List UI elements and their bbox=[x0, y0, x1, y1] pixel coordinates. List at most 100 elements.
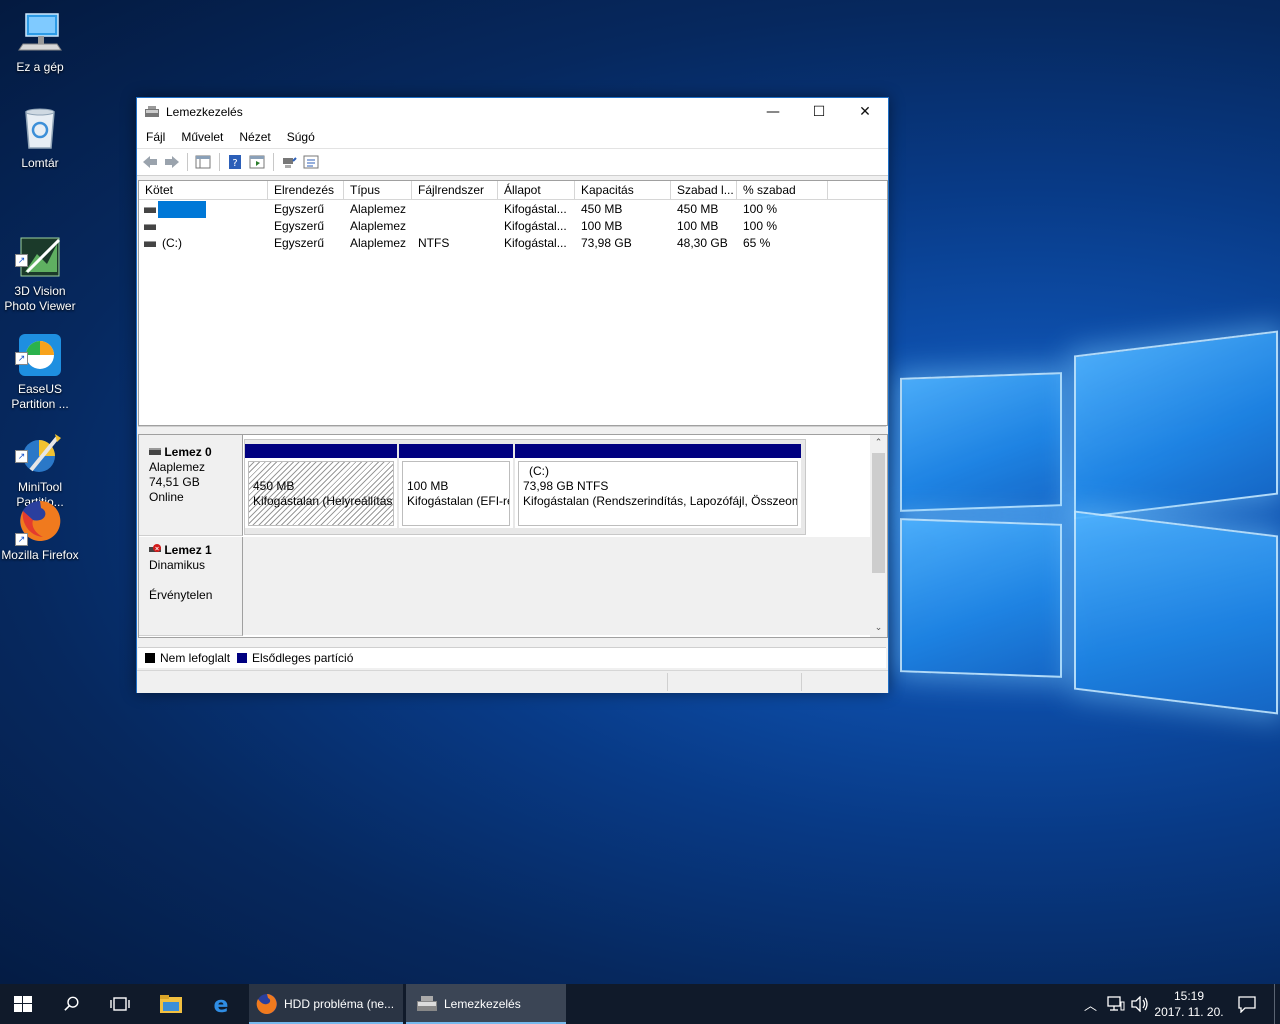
shortcut-arrow-icon: ↗ bbox=[15, 254, 28, 267]
disk-icon bbox=[149, 448, 161, 455]
desktop-icon-firefox[interactable]: ↗ Mozilla Firefox bbox=[0, 498, 80, 563]
close-button[interactable]: ✕ bbox=[842, 98, 888, 126]
desktop-icon-recycle-bin[interactable]: Lomtár bbox=[0, 106, 80, 171]
desktop-icon-label: Ez a gép bbox=[16, 60, 64, 74]
partition-body: 100 MB Kifogástalan (EFI-rendszerpartíci… bbox=[402, 461, 510, 526]
back-icon[interactable] bbox=[142, 154, 158, 170]
logo-pane bbox=[900, 372, 1062, 512]
column-header-capacity[interactable]: Kapacitás bbox=[575, 181, 671, 199]
status-cell: Kifogástal... bbox=[504, 219, 567, 233]
disk-1-name: Lemez 1 bbox=[164, 543, 212, 557]
taskbar-item-disk-management[interactable]: Lemezkezelés bbox=[406, 984, 566, 1024]
svg-text:?: ? bbox=[232, 158, 237, 169]
type-cell: Alaplemez bbox=[350, 202, 407, 216]
forward-icon[interactable] bbox=[164, 154, 180, 170]
settings-icon[interactable] bbox=[249, 154, 265, 170]
menu-action[interactable]: Művelet bbox=[172, 126, 230, 145]
volume-icon bbox=[144, 207, 156, 213]
disk-1-state: Érvénytelen bbox=[149, 588, 213, 602]
partition-body: (C:) 73,98 GB NTFS Kifogástalan (Rendsze… bbox=[518, 461, 798, 526]
file-explorer-icon[interactable] bbox=[160, 994, 182, 1014]
svg-text:×: × bbox=[154, 546, 159, 553]
volume-list[interactable]: Kötet Elrendezés Típus Fájlrendszer Álla… bbox=[138, 180, 888, 426]
status-separator bbox=[667, 673, 668, 691]
minimize-button[interactable]: — bbox=[750, 98, 796, 126]
volume-row[interactable]: Egyszerű Alaplemez Kifogástal... 450 MB … bbox=[139, 201, 887, 218]
disk-0-kind: Alaplemez bbox=[149, 460, 206, 474]
firefox-icon bbox=[256, 994, 277, 1014]
network-icon[interactable] bbox=[1107, 996, 1125, 1012]
partition-efi[interactable]: 100 MB Kifogástalan (EFI-rendszerpartíci… bbox=[399, 444, 513, 528]
layout-cell: Egyszerű bbox=[274, 202, 325, 216]
show-hidden-icons-icon[interactable]: ︿ bbox=[1084, 995, 1097, 1014]
percent-free-cell: 100 % bbox=[743, 202, 778, 216]
volume-icon bbox=[144, 241, 156, 247]
column-header-volume[interactable]: Kötet bbox=[139, 181, 268, 199]
scroll-down-icon[interactable]: ⌄ bbox=[870, 620, 887, 637]
checklist-icon[interactable] bbox=[303, 154, 319, 170]
column-header-filesystem[interactable]: Fájlrendszer bbox=[412, 181, 498, 199]
windows-logo-wallpaper bbox=[890, 325, 1280, 715]
pane-splitter[interactable] bbox=[138, 426, 886, 433]
clock[interactable]: 15:19 2017. 11. 20. bbox=[1154, 988, 1224, 1020]
svg-text:e: e bbox=[214, 993, 229, 1015]
help-icon[interactable]: ? bbox=[227, 154, 243, 170]
show-desktop-button[interactable] bbox=[1274, 984, 1280, 1024]
toolbar-separator bbox=[219, 153, 220, 171]
disk-error-icon: × bbox=[149, 544, 161, 553]
layout-cell: Egyszerű bbox=[274, 219, 325, 233]
volume-speaker-icon[interactable] bbox=[1131, 996, 1149, 1012]
menu-help[interactable]: Súgó bbox=[278, 126, 322, 145]
taskbar-item-firefox[interactable]: HDD probléma (ne... bbox=[249, 984, 403, 1024]
desktop-icon-this-pc[interactable]: Ez a gép bbox=[0, 10, 80, 75]
disk-0-label[interactable]: Lemez 0 Alaplemez 74,51 GB Online bbox=[139, 435, 243, 536]
disk-1-area bbox=[243, 537, 870, 635]
search-icon[interactable] bbox=[63, 996, 81, 1012]
volume-row[interactable]: (C:) Egyszerű Alaplemez NTFS Kifogástal.… bbox=[139, 235, 887, 252]
partition-recovery[interactable]: 450 MB Kifogástalan (Helyreállítási part… bbox=[245, 444, 397, 528]
layout-cell: Egyszerű bbox=[274, 236, 325, 250]
maximize-button[interactable]: ☐ bbox=[796, 98, 842, 126]
status-bar bbox=[137, 670, 888, 693]
shortcut-arrow-icon: ↗ bbox=[15, 533, 28, 546]
column-header-percent-free[interactable]: % szabad bbox=[737, 181, 828, 199]
vertical-scrollbar[interactable]: ⌃ ⌄ bbox=[870, 435, 887, 637]
column-header-layout[interactable]: Elrendezés bbox=[268, 181, 344, 199]
status-cell: Kifogástal... bbox=[504, 202, 567, 216]
disk-1-label[interactable]: × Lemez 1 Dinamikus Érvénytelen bbox=[139, 537, 243, 636]
status-separator bbox=[801, 673, 802, 691]
volume-row[interactable]: Egyszerű Alaplemez Kifogástal... 100 MB … bbox=[139, 218, 887, 235]
capacity-cell: 100 MB bbox=[581, 219, 623, 233]
task-view-icon[interactable] bbox=[110, 997, 130, 1011]
title-bar[interactable]: Lemezkezelés — ☐ ✕ bbox=[137, 98, 888, 126]
scroll-up-icon[interactable]: ⌃ bbox=[870, 435, 887, 452]
capacity-cell: 73,98 GB bbox=[581, 236, 632, 250]
column-header-type[interactable]: Típus bbox=[344, 181, 412, 199]
partition-c[interactable]: (C:) 73,98 GB NTFS Kifogástalan (Rendsze… bbox=[515, 444, 801, 528]
partition-desc: Kifogástalan (EFI-rendszerpartíció) bbox=[407, 494, 509, 508]
disk-0-size: 74,51 GB bbox=[149, 475, 200, 489]
properties-icon[interactable] bbox=[195, 154, 211, 170]
column-header-free-space[interactable]: Szabad l... bbox=[671, 181, 737, 199]
partition-body: 450 MB Kifogástalan (Helyreállítási part… bbox=[248, 461, 394, 526]
column-header-status[interactable]: Állapot bbox=[498, 181, 575, 199]
clock-time: 15:19 bbox=[1173, 989, 1205, 1003]
logo-pane bbox=[1074, 330, 1278, 520]
free-space-cell: 48,30 GB bbox=[677, 236, 728, 250]
connect-icon[interactable] bbox=[281, 154, 297, 170]
legend: Nem lefoglalt Elsődleges partíció bbox=[138, 647, 886, 668]
menu-file[interactable]: Fájl bbox=[137, 126, 172, 145]
percent-free-cell: 65 % bbox=[743, 236, 771, 250]
partition-size: 450 MB bbox=[253, 479, 295, 493]
partition-size: 100 MB bbox=[407, 479, 449, 493]
scroll-thumb[interactable] bbox=[872, 453, 885, 573]
easeus-icon: ↗ bbox=[15, 317, 63, 376]
start-windows-icon[interactable] bbox=[14, 996, 32, 1012]
menu-view[interactable]: Nézet bbox=[230, 126, 277, 145]
type-cell: Alaplemez bbox=[350, 236, 407, 250]
disk-management-window: Lemezkezelés — ☐ ✕ Fájl Művelet Nézet Súgó … bbox=[136, 97, 889, 693]
edge-icon[interactable]: e bbox=[210, 993, 232, 1015]
legend-item-unallocated: Nem lefoglalt bbox=[145, 651, 230, 665]
action-center-icon[interactable] bbox=[1238, 995, 1256, 1013]
taskbar-item-label: Lemezkezelés bbox=[444, 997, 521, 1011]
